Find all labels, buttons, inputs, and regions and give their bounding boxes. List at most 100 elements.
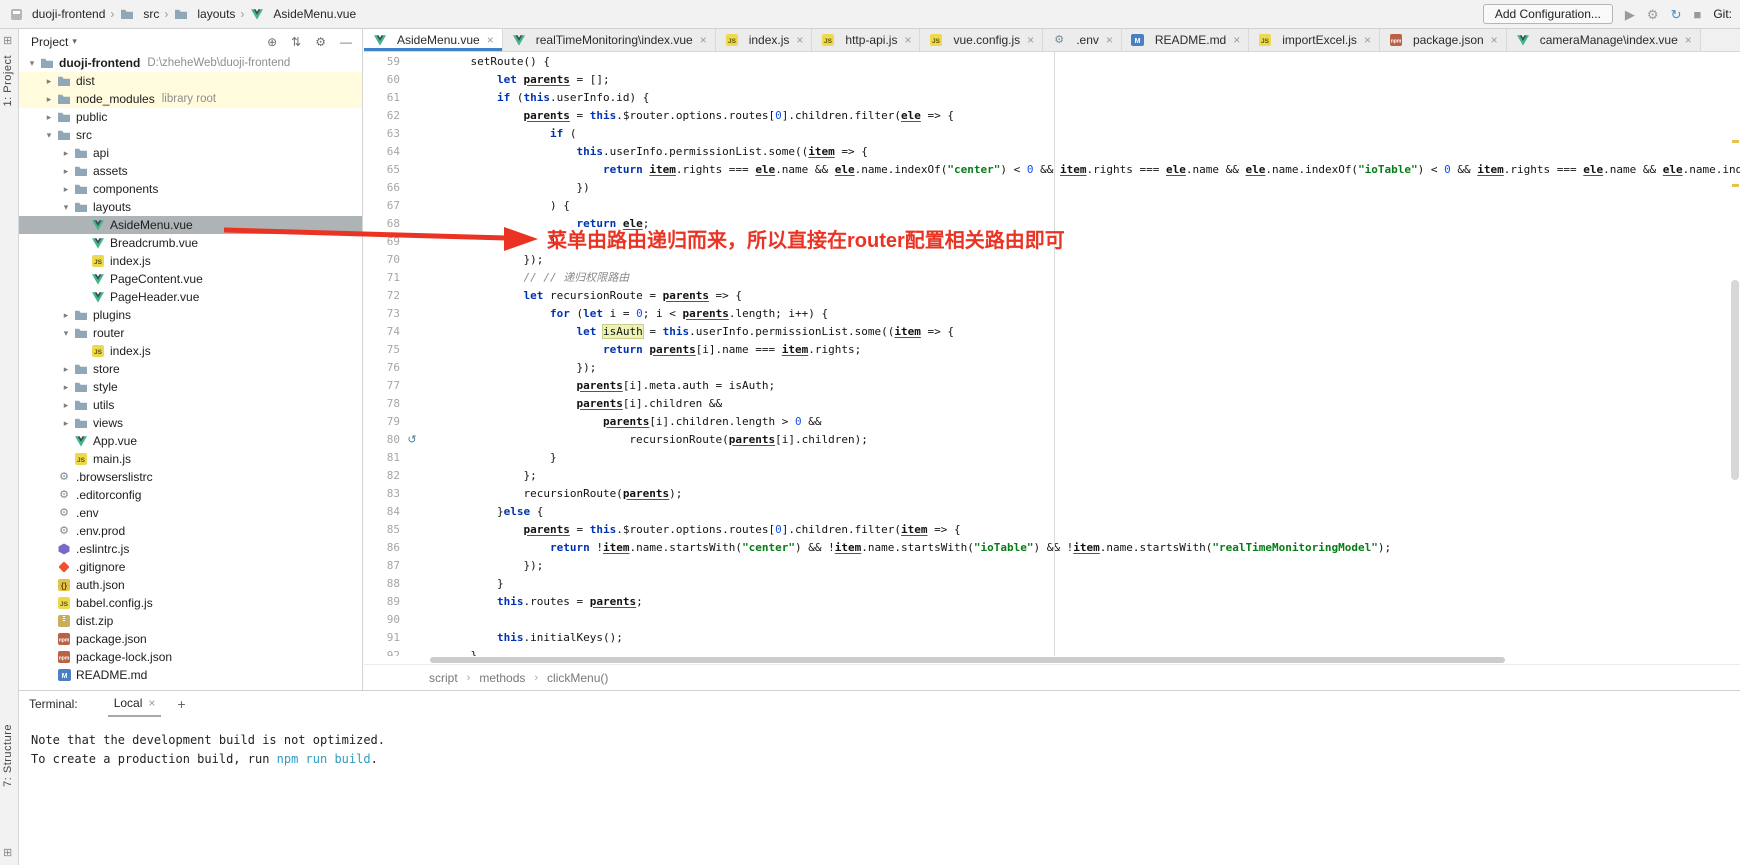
tree-item-dist-zip[interactable]: dist.zip — [19, 612, 362, 630]
warning-stripe-mark[interactable] — [1732, 140, 1739, 143]
code-line-77[interactable]: 77 parents[i].meta.auth = isAuth; — [364, 376, 1740, 394]
close-icon[interactable]: × — [700, 33, 707, 47]
tool-button-project[interactable]: 1: Project — [2, 55, 14, 106]
new-terminal-icon[interactable]: + — [177, 696, 185, 712]
chevron-right-icon[interactable]: ▸ — [59, 184, 73, 195]
editor-tab-http-api-js[interactable]: JShttp-api.js× — [812, 29, 920, 51]
chevron-down-icon[interactable]: ▾ — [59, 328, 73, 339]
tree-item-browserslistrc[interactable]: ⚙.browserslistrc — [19, 468, 362, 486]
close-icon[interactable]: × — [1106, 33, 1113, 47]
collapse-all-icon[interactable]: ⇅ — [291, 35, 301, 49]
tree-item-pagecontent-vue[interactable]: PageContent.vue — [19, 270, 362, 288]
code-line-65[interactable]: 65 return item.rights === ele.name && el… — [364, 160, 1740, 178]
tree-item-pageheader-vue[interactable]: PageHeader.vue — [19, 288, 362, 306]
chevron-right-icon[interactable]: ▸ — [59, 364, 73, 375]
code-line-70[interactable]: 70 }); — [364, 250, 1740, 268]
editor-tab-vue-config-js[interactable]: JSvue.config.js× — [920, 29, 1043, 51]
chevron-down-icon[interactable]: ▾ — [72, 36, 77, 47]
vertical-scrollbar[interactable] — [1731, 280, 1739, 480]
code-editor[interactable]: 59 setRoute() {60 let parents = [];61 if… — [364, 52, 1740, 656]
code-line-79[interactable]: 79 parents[i].children.length > 0 && — [364, 412, 1740, 430]
code-line-63[interactable]: 63 if ( — [364, 124, 1740, 142]
tree-item-package-lock-json[interactable]: npmpackage-lock.json — [19, 648, 362, 666]
tree-item-assets[interactable]: ▸assets — [19, 162, 362, 180]
editor-tab-importexcel-js[interactable]: JSimportExcel.js× — [1249, 29, 1380, 51]
editor-breadcrumb-methods[interactable]: methods — [479, 671, 525, 685]
close-icon[interactable]: × — [796, 33, 803, 47]
project-view-selector[interactable]: Project — [31, 35, 68, 49]
code-line-84[interactable]: 84 }else { — [364, 502, 1740, 520]
code-line-87[interactable]: 87 }); — [364, 556, 1740, 574]
git-label[interactable]: Git: — [1713, 7, 1732, 21]
breadcrumb-duoji-frontend[interactable]: duoji-frontend — [8, 7, 105, 21]
tree-item-editorconfig[interactable]: ⚙.editorconfig — [19, 486, 362, 504]
tree-item-plugins[interactable]: ▸plugins — [19, 306, 362, 324]
editor-tab-env[interactable]: ⚙.env× — [1043, 29, 1122, 51]
code-line-69[interactable]: 69 } — [364, 232, 1740, 250]
chevron-down-icon[interactable]: ▾ — [42, 130, 56, 141]
warning-stripe-mark[interactable] — [1732, 184, 1739, 187]
code-line-91[interactable]: 91 this.initialKeys(); — [364, 628, 1740, 646]
chevron-right-icon[interactable]: ▸ — [42, 76, 56, 87]
tree-item-app-vue[interactable]: App.vue — [19, 432, 362, 450]
tree-item-asidemenu-vue[interactable]: AsideMenu.vue — [19, 216, 362, 234]
tree-item-breadcrumb-vue[interactable]: Breadcrumb.vue — [19, 234, 362, 252]
code-line-90[interactable]: 90 — [364, 610, 1740, 628]
chevron-right-icon[interactable]: ▸ — [59, 310, 73, 321]
tool-button-structure[interactable]: 7: Structure — [2, 724, 14, 787]
hide-panel-icon[interactable]: — — [340, 35, 352, 49]
update-project-icon[interactable]: ↻ — [1671, 8, 1682, 21]
chevron-right-icon[interactable]: ▸ — [59, 382, 73, 393]
code-line-78[interactable]: 78 parents[i].children && — [364, 394, 1740, 412]
code-line-83[interactable]: 83 recursionRoute(parents); — [364, 484, 1740, 502]
tree-item-env[interactable]: ⚙.env — [19, 504, 362, 522]
code-line-88[interactable]: 88 } — [364, 574, 1740, 592]
tree-item-public[interactable]: ▸public — [19, 108, 362, 126]
editor-tab-package-json[interactable]: npmpackage.json× — [1380, 29, 1507, 51]
locate-file-icon[interactable]: ⊕ — [267, 35, 277, 49]
editor-tab-realtimemonitoring-index-vue[interactable]: realTimeMonitoring\index.vue× — [503, 29, 716, 51]
code-line-85[interactable]: 85 parents = this.$router.options.routes… — [364, 520, 1740, 538]
tree-item-package-json[interactable]: npmpackage.json — [19, 630, 362, 648]
chevron-right-icon[interactable]: ▸ — [59, 148, 73, 159]
editor-tab-asidemenu-vue[interactable]: AsideMenu.vue× — [364, 29, 503, 51]
code-line-62[interactable]: 62 parents = this.$router.options.routes… — [364, 106, 1740, 124]
tree-item-api[interactable]: ▸api — [19, 144, 362, 162]
tool-strip-grid-icon[interactable]: ⊞ — [3, 34, 12, 47]
code-line-86[interactable]: 86 return !item.name.startsWith("center"… — [364, 538, 1740, 556]
chevron-right-icon[interactable]: ▸ — [59, 166, 73, 177]
horizontal-scrollbar[interactable] — [430, 657, 1505, 663]
stop-icon[interactable]: ■ — [1693, 8, 1701, 21]
breadcrumb-asidemenu-vue[interactable]: AsideMenu.vue — [249, 7, 356, 21]
breadcrumb-src[interactable]: src — [119, 7, 159, 21]
code-line-76[interactable]: 76 }); — [364, 358, 1740, 376]
code-line-68[interactable]: 68 return ele; — [364, 214, 1740, 232]
breadcrumb-layouts[interactable]: layouts — [173, 7, 235, 21]
tree-item-router[interactable]: ▾router — [19, 324, 362, 342]
tree-item-src[interactable]: ▾src — [19, 126, 362, 144]
tree-item-index-js[interactable]: JSindex.js — [19, 342, 362, 360]
code-line-60[interactable]: 60 let parents = []; — [364, 70, 1740, 88]
settings-gear-icon[interactable]: ⚙ — [1647, 8, 1659, 21]
code-line-73[interactable]: 73 for (let i = 0; i < parents.length; i… — [364, 304, 1740, 322]
code-line-66[interactable]: 66 }) — [364, 178, 1740, 196]
tree-item-auth-json[interactable]: {}auth.json — [19, 576, 362, 594]
code-line-59[interactable]: 59 setRoute() { — [364, 52, 1740, 70]
chevron-down-icon[interactable]: ▾ — [59, 202, 73, 213]
tree-item-store[interactable]: ▸store — [19, 360, 362, 378]
tree-item-babel-config-js[interactable]: JSbabel.config.js — [19, 594, 362, 612]
code-line-74[interactable]: 74 let isAuth = this.userInfo.permission… — [364, 322, 1740, 340]
chevron-down-icon[interactable]: ▾ — [25, 58, 39, 69]
tree-item-node-modules[interactable]: ▸node_moduleslibrary root — [19, 90, 362, 108]
tree-item-env-prod[interactable]: ⚙.env.prod — [19, 522, 362, 540]
code-line-71[interactable]: 71 // // 递归权限路由 — [364, 268, 1740, 286]
tree-item-duoji-frontend[interactable]: ▾duoji-frontendD:\zheheWeb\duoji-fronten… — [19, 54, 362, 72]
close-icon[interactable]: × — [148, 696, 155, 710]
add-configuration-button[interactable]: Add Configuration... — [1483, 4, 1613, 24]
run-icon[interactable]: ▶ — [1625, 8, 1635, 21]
tree-item-eslintrc-js[interactable]: .eslintrc.js — [19, 540, 362, 558]
chevron-right-icon[interactable]: ▸ — [59, 418, 73, 429]
close-icon[interactable]: × — [904, 33, 911, 47]
tree-item-index-js[interactable]: JSindex.js — [19, 252, 362, 270]
close-icon[interactable]: × — [1027, 33, 1034, 47]
